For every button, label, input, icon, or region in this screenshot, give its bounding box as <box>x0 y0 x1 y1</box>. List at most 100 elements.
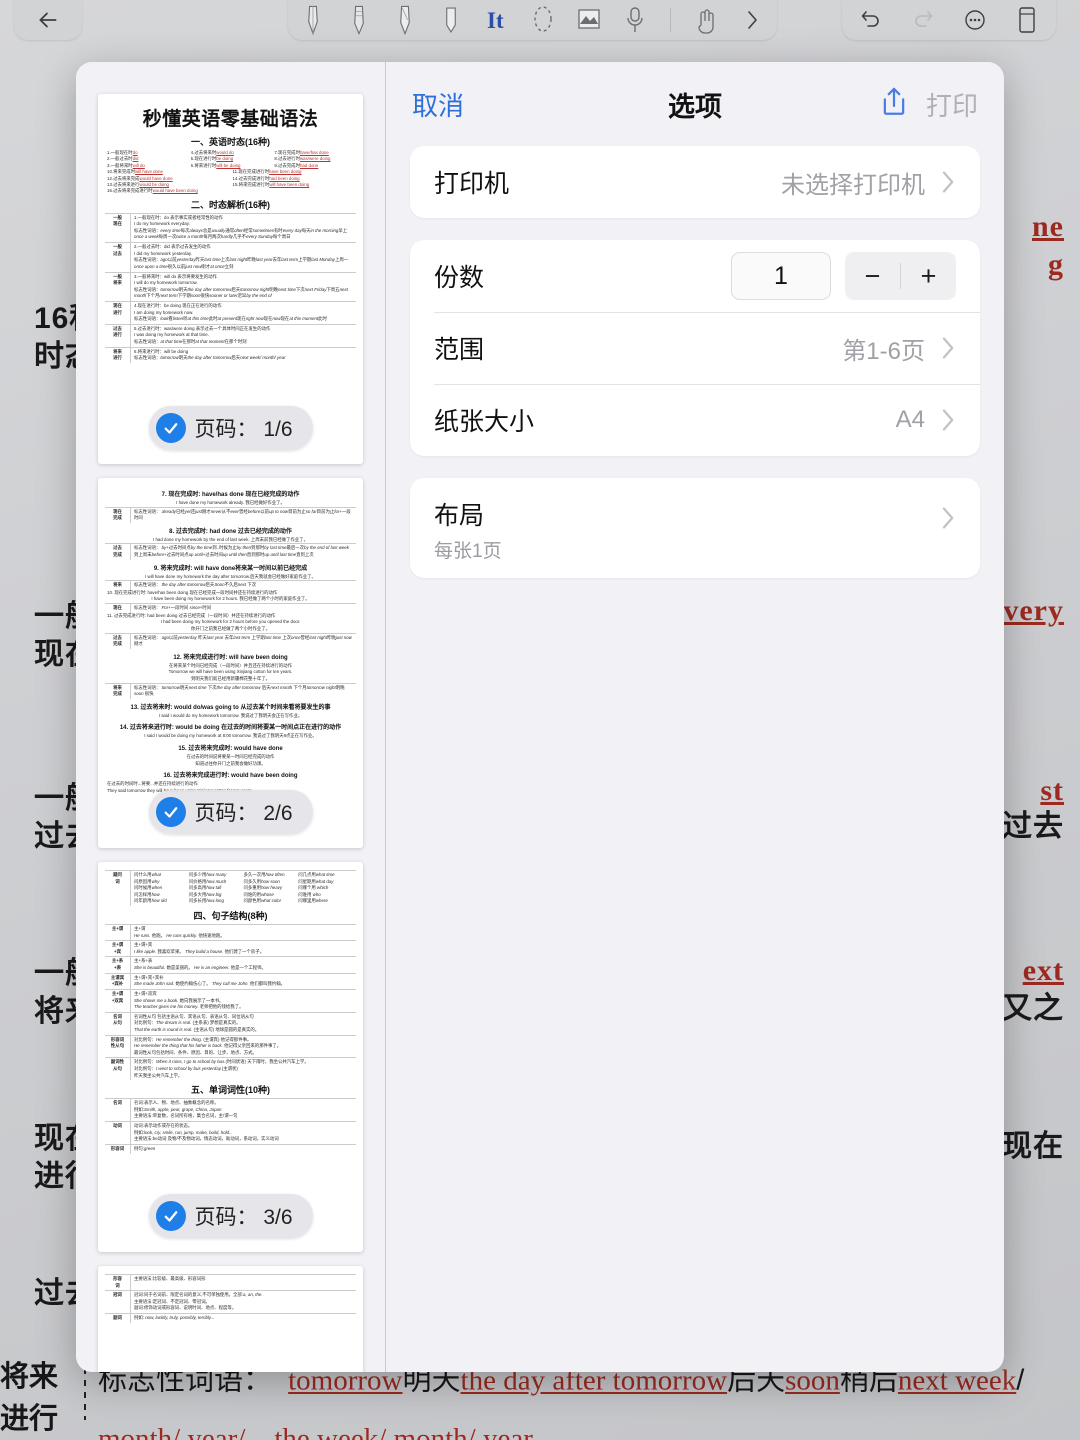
mini-heading: 15. 过去将来完成时: would have done <box>178 746 283 753</box>
structure-row: 主+谓 主+谓 He runs. 他跑。 He runs quickly. 他快速地… <box>105 924 356 941</box>
bg-note-right-4: st <box>1040 774 1064 807</box>
mini-example: I have been doing my homework for 2 hour… <box>151 596 310 602</box>
bg-note-right-1: ne <box>1032 210 1064 243</box>
structure-row: 主+谓 +宾 主+谓+宾 I like apple. 我喜欢苹果。 They buil… <box>105 940 356 957</box>
doc-section-heading: 一、英语时态(16种) <box>190 137 270 147</box>
share-icon[interactable] <box>878 85 910 124</box>
tense-row: 一般 过去 2.一般过去时：did 表示过去发生的动作 I did my homewo… <box>105 242 356 272</box>
mini-example: 到明天我们就已经用新疆棉花整十年了。 <box>190 675 271 681</box>
structure-row: 主+系 +表 主+系+表 She is beautiful. 她是美丽的。 He is… <box>105 956 356 973</box>
printer-card: 打印机 未选择打印机 <box>410 146 980 218</box>
tense-row: 现在 进行 4.现在进行时：be doing 现在正在进行的动作 I am doing… <box>105 300 356 324</box>
decrement-button[interactable]: − <box>845 252 900 300</box>
lasso-tool-icon[interactable] <box>528 3 558 37</box>
mini-example: I had been doing my homework for 2 hours… <box>160 619 301 625</box>
options-header: 取消 选项 打印 <box>386 62 1004 146</box>
check-icon <box>155 797 186 827</box>
print-preview-pane[interactable]: 秒懂英语零基础语法 一、英语时态(16种) 1.一般现在时do 4.过去将来时wo… <box>76 62 386 1372</box>
copies-plus-minus[interactable]: − + <box>845 252 956 300</box>
image-tool-icon[interactable] <box>574 3 604 37</box>
print-options-pane: 取消 选项 打印 打印机 未选择打印机 份数 1 − + 范围 第1-6页 纸张… <box>386 62 1004 1372</box>
pencil-tool-icon[interactable] <box>344 3 374 37</box>
printer-row[interactable]: 打印机 未选择打印机 <box>410 146 980 218</box>
page-thumbnail-2[interactable]: 7. 现在完成时: have/has done 现在已经完成的动作 I have… <box>98 478 363 848</box>
pen-tool-icon[interactable] <box>298 3 328 37</box>
page-badge-1[interactable]: 页码： 1/6 <box>148 406 313 450</box>
page-thumbnail-3[interactable]: 疑问词 问什么用what 问多少用how many 多久一次用how often 问几… <box>98 862 363 1252</box>
mini-heading: 8. 过去完成时: had done 过去已经完成的动作 <box>169 528 292 535</box>
question-words-table: 疑问词 问什么用what 问多少用how many 多久一次用how often 问几… <box>105 870 356 907</box>
eraser-tool-icon[interactable] <box>436 3 466 37</box>
bg-note-right-2: g <box>1048 248 1064 281</box>
bg-note-right-5: 过去 <box>1002 810 1064 843</box>
range-value: 第1-6页 <box>842 337 925 365</box>
layout-text-stack: 布局 每张1页 <box>434 496 502 563</box>
mini-example: I will have done my homework the day aft… <box>145 573 316 579</box>
word-class-row: 冠词 冠词:同于名词前、限定名词的意义,不可单独使用。全部:a, an, the.… <box>105 1290 356 1314</box>
word-class-row: 形容词 例句:green <box>105 1143 356 1154</box>
doc-section-heading-2: 二、时态解析(16种) <box>190 199 270 210</box>
paper-size-row[interactable]: 纸张大小 A4 <box>410 384 980 456</box>
layout-card: 布局 每张1页 <box>410 478 980 578</box>
tense-row: 现在 标志性词语： For+一段时间 since+时间 <box>105 603 356 613</box>
mini-example: I said I would be doing my homework at 8… <box>144 733 317 739</box>
page-badge-label: 页码： 3/6 <box>194 1206 293 1229</box>
redo-icon[interactable] <box>908 3 938 37</box>
hand-tool-icon[interactable] <box>691 3 721 37</box>
word-class-row: 动词 动词:表示动作或存在的状态。 例如:look, cry, smile, run… <box>105 1121 356 1144</box>
page-thumbnail-4[interactable]: 形容词主要语法:比较级、最高级、形容词形 冠词 冠词:同于名词前、限定名词的意义,… <box>98 1266 363 1372</box>
history-group[interactable] <box>842 0 1056 40</box>
doc-section-heading: 四、句子结构(8种) <box>193 911 268 922</box>
mini-example: 在过去的时间时...将要...并还在持续进行的动作 <box>107 781 198 787</box>
structure-row: 主谓宾 +宾补 主+谓+宾+宾补 She made John sad. 她使约翰伤心了… <box>105 972 356 989</box>
bg-note-right-8: 现在 <box>1002 1130 1064 1163</box>
word-class-row: 形容词主要语法:比较级、最高级、形容词形 <box>105 1274 356 1291</box>
tense-row: 一般 将来 3.一般将来时：will do 表示将要发生的动作 I will do m… <box>105 271 356 301</box>
range-row[interactable]: 范围 第1-6页 <box>410 312 980 384</box>
page-badge-3[interactable]: 页码： 3/6 <box>148 1194 313 1238</box>
check-icon <box>155 1201 186 1231</box>
mini-heading: 7. 现在完成时: have/has done 现在已经完成的动作 <box>161 492 300 498</box>
page-badge-label: 页码： 1/6 <box>194 418 293 441</box>
mini-heading: 9. 将来完成时: will have done将来某一时间以前已经完成 <box>153 565 308 572</box>
mini-example: 你开门之前我已经做了两个小时作业了。 <box>190 625 271 631</box>
structure-row: 形容词 性从句 对比例句：He remember the thing. (主谓宾) … <box>105 1034 356 1058</box>
copies-row[interactable]: 份数 1 − + <box>410 240 980 312</box>
marker-tool-icon[interactable] <box>390 3 420 37</box>
tense-grid: 1.一般现在时do 4.过去将来时would do 7.现在完成时have/has … <box>107 150 331 194</box>
audio-tool-icon[interactable] <box>620 3 650 37</box>
page-thumbnail-1[interactable]: 秒懂英语零基础语法 一、英语时态(16种) 1.一般现在时do 4.过去将来时wo… <box>98 94 363 464</box>
structure-row: 名词 从句 名词性从句 包括主语从句、宾语从句、表语从句、同位语从句 对比例句：The… <box>105 1011 356 1035</box>
mini-heading: 14. 过去将来进行时: would be doing 在过去的时间将要某一时间… <box>119 725 342 732</box>
bg-note-right-6: ext <box>1022 954 1064 987</box>
page-badge-2[interactable]: 页码： 2/6 <box>148 790 313 834</box>
word-class-row: 副词 例如: now, luckily, truly, possibly, ter… <box>105 1313 356 1323</box>
undo-icon[interactable] <box>856 3 886 37</box>
copies-value[interactable]: 1 <box>731 252 831 300</box>
mini-example: 在将来某个时间已经完成（一段时间）并且还在持续进行的动作 <box>169 662 292 668</box>
text-tool-icon[interactable]: It <box>482 3 512 37</box>
layout-row[interactable]: 布局 每张1页 <box>410 478 980 578</box>
page-badge-label: 页码： 2/6 <box>194 802 293 825</box>
tools-group[interactable]: It <box>288 0 777 40</box>
print-button[interactable]: 打印 <box>926 86 978 123</box>
tense-row: 将来 进行 6.将来进行时：will be doing 标志性词语：tomorrow明… <box>105 346 356 363</box>
more-tools-arrow-icon[interactable] <box>737 3 767 37</box>
back-button-group[interactable] <box>14 0 82 40</box>
copy-page-icon[interactable] <box>1012 3 1042 37</box>
layout-label: 布局 <box>434 502 485 530</box>
increment-button[interactable]: + <box>901 252 956 300</box>
tense-row: 过去 完成 标志性词语： ago以前yesterday 昨天last year 去年… <box>105 632 356 649</box>
more-options-icon[interactable] <box>960 3 990 37</box>
mini-example: I had done my homework by the end of las… <box>153 536 308 542</box>
print-options-sheet: 秒懂英语零基础语法 一、英语时态(16种) 1.一般现在时do 4.过去将来时wo… <box>76 62 1004 1372</box>
copies-label: 份数 <box>434 264 485 292</box>
mini-example: Tomorrow we will have been using Xinjian… <box>168 669 293 675</box>
copies-stepper[interactable]: 1 − + <box>731 252 956 300</box>
mini-example: I said I would do my homework tomorrow. … <box>158 712 303 718</box>
layout-sublabel: 每张1页 <box>434 541 502 562</box>
chevron-right-icon <box>939 168 956 196</box>
cancel-button[interactable]: 取消 <box>412 86 464 123</box>
back-arrow-icon[interactable] <box>33 3 63 37</box>
doc-section-heading-2: 五、单词词性(10种) <box>190 1085 270 1096</box>
